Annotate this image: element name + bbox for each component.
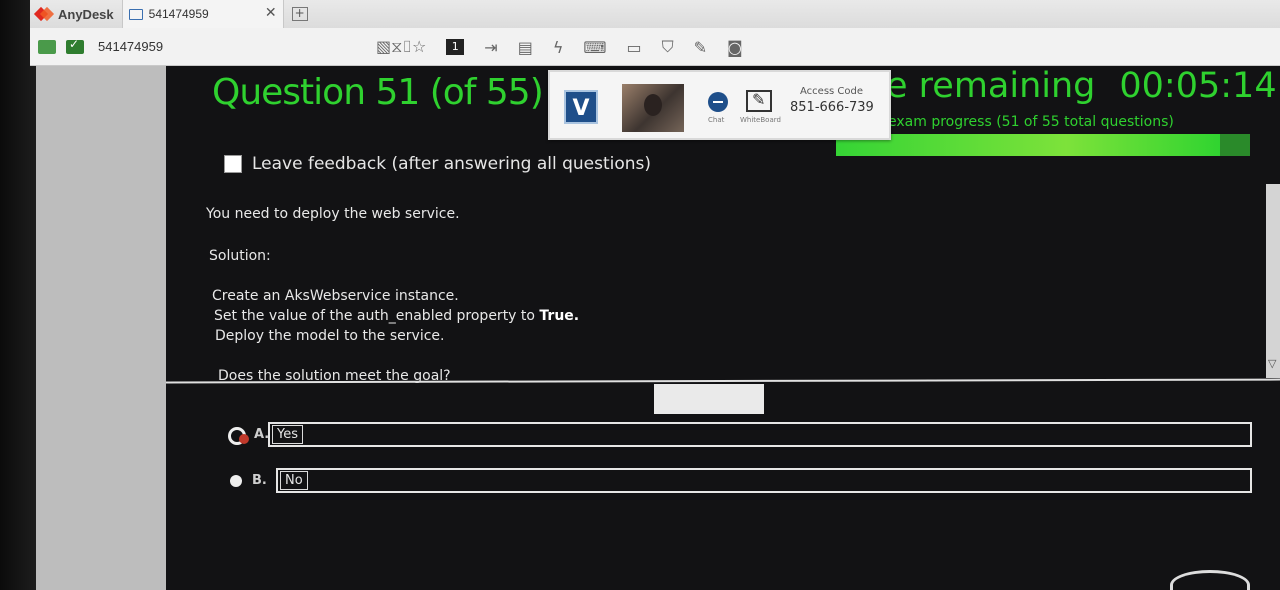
remote-screen: Question 51 (of 55) e remaining 00:05:14 … [36, 66, 1280, 590]
whiteboard-label: WhiteBoard [740, 116, 781, 124]
solution-line-3: Deploy the model to the service. [215, 328, 445, 344]
scroll-down-icon[interactable]: ▽ [1268, 357, 1276, 370]
anydesk-toolbar: 541474959 ▧⧖⌷☆ 1 ⇥ ▤ ϟ ⌨ ▭ ⛉ ✎ ◙ [30, 28, 1280, 66]
connection-status-icon [38, 39, 56, 54]
anydesk-app-name: AnyDesk [58, 6, 114, 22]
actions-icon[interactable]: ϟ [553, 38, 564, 57]
chat-bubble-icon[interactable] [708, 92, 728, 112]
access-code-value: 851-666-739 [790, 100, 874, 115]
answer-text-b: No [280, 471, 308, 490]
photo-frame: AnyDesk 541474959 ✕ + 541474959 ▧⧖⌷☆ 1 ⇥… [0, 0, 1280, 590]
anydesk-tab-bar: AnyDesk 541474959 ✕ + [30, 0, 1280, 28]
proctor-overlay: V Chat WhiteBoard Access Code 851-666-73… [548, 70, 891, 140]
monitor-icon [128, 8, 143, 20]
question-title: Question 51 (of 55) [212, 72, 544, 113]
checkbox-icon[interactable] [224, 155, 242, 173]
answer-letter-b: B. [252, 473, 267, 488]
screen-glare [1170, 570, 1250, 590]
time-remaining-value: 00:05:14 [1119, 66, 1277, 106]
mark-review-icon[interactable] [226, 425, 252, 445]
splitter-handle[interactable] [654, 384, 764, 414]
session-tab[interactable]: 541474959 ✕ [121, 0, 284, 28]
permissions-icon[interactable]: ▧⧖⌷☆ [376, 37, 426, 57]
answer-letter-a: A. [254, 427, 270, 442]
close-tab-icon[interactable]: ✕ [265, 5, 277, 21]
leave-feedback-label: Leave feedback (after answering all ques… [252, 154, 652, 174]
monitor-bezel [0, 0, 38, 590]
monitor-number-button[interactable]: 1 [446, 39, 465, 55]
anydesk-logo-icon [34, 5, 52, 23]
shield-icon[interactable]: ⛉ [662, 37, 674, 57]
whiteboard-icon[interactable] [746, 90, 772, 112]
exam-window: Question 51 (of 55) e remaining 00:05:14 … [165, 66, 1280, 590]
solution-heading: Solution: [209, 248, 271, 264]
remote-id: 541474959 [98, 39, 164, 54]
solution-line-2: Set the value of the auth_enabled proper… [214, 306, 579, 326]
verified-icon [66, 37, 84, 54]
webcam-preview [622, 84, 684, 132]
session-tab-label: 541474959 [148, 7, 209, 21]
solution-line-1: Create an AksWebservice instance. [212, 288, 459, 304]
question-intro: You need to deploy the web service. [206, 206, 460, 222]
radio-button-icon[interactable] [230, 474, 242, 487]
time-remaining: e remaining 00:05:14 [886, 66, 1277, 106]
access-code-label: Access Code [800, 86, 864, 97]
exam-progress-fill [836, 134, 1220, 156]
record-icon[interactable]: ◙ [727, 38, 743, 57]
exam-progress-bar [836, 134, 1250, 156]
solution-line-2-text: Set the value of the auth_enabled proper… [214, 308, 540, 324]
answer-box-b[interactable]: No [276, 468, 1252, 493]
chat-icon[interactable]: ▤ [518, 38, 533, 57]
proctor-logo-icon: V [564, 90, 598, 124]
answer-option-b[interactable]: B. No [230, 468, 1252, 493]
chat-label: Chat [708, 116, 725, 124]
answer-text-a: Yes [272, 425, 303, 444]
new-tab-icon[interactable]: + [291, 7, 308, 21]
file-transfer-icon[interactable]: ⇥ [484, 38, 497, 57]
leave-feedback-checkbox[interactable]: Leave feedback (after answering all ques… [224, 154, 651, 174]
solution-line-2-bold: True. [539, 308, 580, 324]
answer-box-a[interactable]: Yes [268, 422, 1252, 447]
answer-option-a[interactable]: A. Yes [226, 422, 1252, 447]
time-remaining-label: e remaining [886, 66, 1096, 106]
keyboard-icon[interactable]: ⌨ [583, 38, 606, 57]
display-icon[interactable]: ▭ [626, 38, 641, 57]
toolbar-actions: ▧⧖⌷☆ 1 ⇥ ▤ ϟ ⌨ ▭ ⛉ ✎ ◙ [376, 28, 743, 66]
pen-icon[interactable]: ✎ [694, 38, 707, 57]
question-scrollbar[interactable]: ▽ [1266, 184, 1280, 378]
exam-progress-text: exam progress (51 of 55 total questions) [888, 114, 1174, 130]
